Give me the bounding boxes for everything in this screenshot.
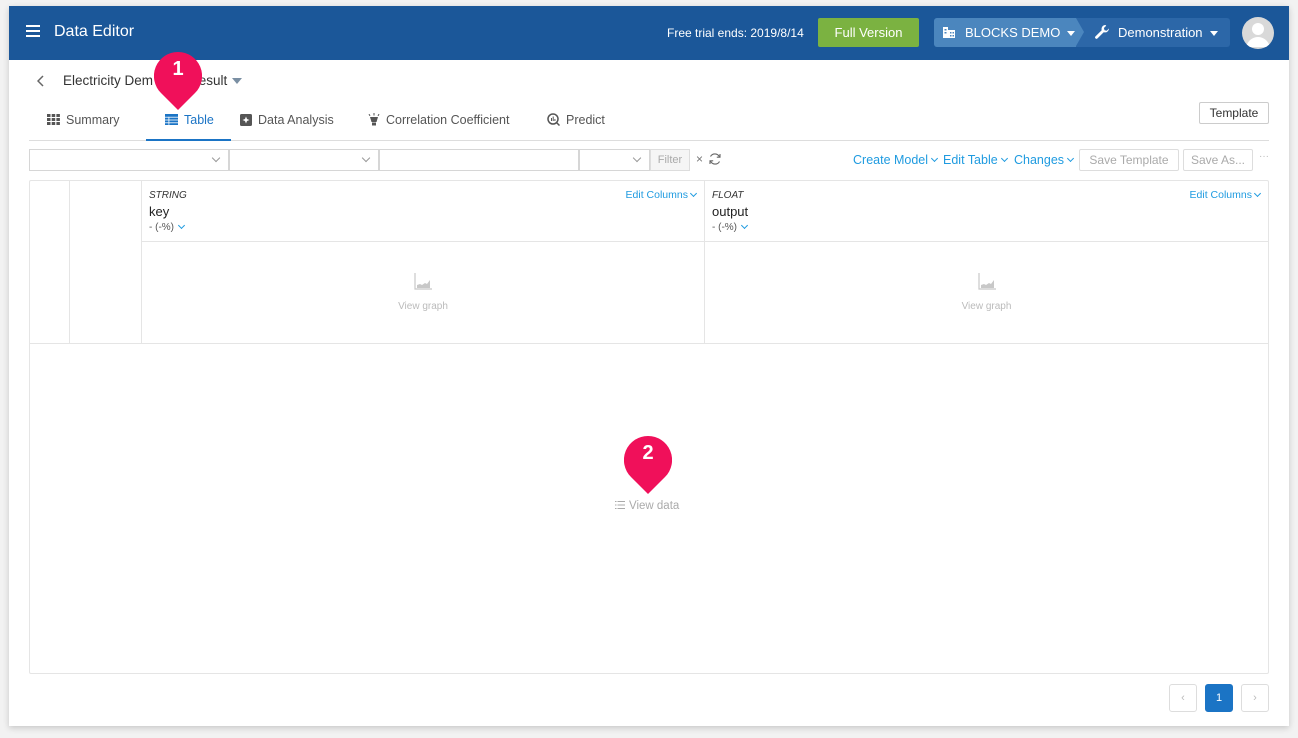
column-header: STRING key - (-%) Edit Columns: [142, 181, 704, 242]
table-icon: [165, 114, 178, 126]
clear-filter-icon[interactable]: ×: [696, 152, 703, 166]
filter-value-input[interactable]: [379, 149, 579, 171]
back-button[interactable]: [36, 74, 45, 90]
column-key: STRING key - (-%) Edit Columns View grap…: [142, 181, 705, 343]
tab-bar: Summary Table Data Analysis Correlation …: [29, 106, 1269, 141]
tab-table[interactable]: Table: [146, 106, 231, 141]
full-version-button[interactable]: Full Version: [818, 18, 919, 47]
view-data-button[interactable]: View data: [615, 500, 679, 512]
next-page-button[interactable]: ›: [1241, 684, 1269, 712]
tab-label: Data Analysis: [258, 113, 334, 127]
changes-menu[interactable]: Changes: [1014, 153, 1075, 167]
refresh-icon[interactable]: [708, 152, 722, 166]
top-navbar: Data Editor Free trial ends: 2019/8/14 F…: [9, 6, 1289, 60]
wrench-icon: [1095, 25, 1109, 39]
chevron-down-icon: [931, 154, 939, 163]
condition-select[interactable]: [579, 149, 650, 171]
app-window: Data Editor Free trial ends: 2019/8/14 F…: [9, 6, 1289, 726]
create-model-menu[interactable]: Create Model: [853, 153, 939, 167]
tab-data-analysis[interactable]: Data Analysis: [240, 106, 350, 141]
tab-correlation-coefficient[interactable]: Correlation Coefficient: [368, 106, 533, 141]
column-header: FLOAT output - (-%) Edit Columns: [705, 181, 1268, 242]
dataset-name: Electricity Dem: [63, 73, 154, 88]
edit-columns-menu[interactable]: Edit Columns: [626, 189, 698, 201]
save-as-button[interactable]: Save As...: [1183, 149, 1253, 171]
view-graph-button[interactable]: View graph: [705, 273, 1268, 314]
trial-notice: Free trial ends: 2019/8/14: [667, 26, 804, 40]
lightbulb-icon: [368, 113, 380, 126]
area-chart-icon: [414, 273, 432, 290]
grid-icon: [47, 114, 60, 126]
chevron-down-icon: [361, 153, 371, 163]
organization-name: BLOCKS DEMO: [965, 25, 1061, 40]
tab-label: Table: [184, 113, 214, 127]
row-index-column: [70, 181, 142, 343]
menu-icon[interactable]: [26, 25, 40, 39]
list-icon: [615, 500, 625, 509]
tab-label: Correlation Coefficient: [386, 113, 510, 127]
caret-down-icon: [1209, 31, 1218, 37]
building-icon: [943, 27, 955, 38]
tab-predict[interactable]: Predict: [547, 106, 617, 141]
chevron-down-icon: [1253, 189, 1262, 198]
column-name: output: [712, 204, 749, 219]
chevron-left-icon: [36, 75, 44, 87]
tab-label: Summary: [66, 113, 120, 127]
area-chart-icon: [977, 273, 996, 290]
predict-icon: [547, 113, 560, 127]
save-template-button[interactable]: Save Template: [1079, 149, 1179, 171]
column-select[interactable]: [29, 149, 229, 171]
chevron-down-icon: [689, 189, 698, 198]
organization-dropdown[interactable]: BLOCKS DEMO: [934, 18, 1084, 47]
dataset-name-suffix: t_result: [183, 73, 228, 88]
user-icon: [1246, 23, 1270, 47]
tab-summary[interactable]: Summary: [47, 106, 139, 141]
user-avatar[interactable]: [1242, 17, 1274, 49]
chevron-down-icon: [211, 153, 221, 163]
org-project-switcher: BLOCKS DEMO Demonstration: [934, 18, 1230, 47]
tab-label: Predict: [566, 113, 605, 127]
column-output: FLOAT output - (-%) Edit Columns View gr…: [705, 181, 1268, 343]
analysis-icon: [240, 113, 252, 126]
column-stat: - (-%): [712, 221, 749, 233]
caret-down-icon: [1067, 31, 1076, 37]
edit-table-menu[interactable]: Edit Table: [943, 153, 1008, 167]
template-button[interactable]: Template: [1199, 102, 1269, 124]
project-name: Demonstration: [1118, 25, 1203, 40]
column-stat: - (-%): [149, 221, 186, 233]
project-dropdown[interactable]: Demonstration: [1084, 18, 1230, 47]
more-options-icon[interactable]: ···: [1259, 151, 1269, 162]
column-type: STRING: [149, 190, 187, 201]
dataset-selector[interactable]: Electricity Dem t_result: [63, 73, 243, 88]
chevron-down-icon[interactable]: [177, 221, 186, 230]
prev-page-button[interactable]: ‹: [1169, 684, 1197, 712]
chevron-down-icon: [1067, 154, 1075, 163]
row-select-column: [30, 181, 70, 343]
header-divider: [30, 343, 1268, 344]
app-title: Data Editor: [54, 23, 135, 40]
chevron-down-icon: [632, 153, 642, 163]
chevron-down-icon[interactable]: [740, 221, 749, 230]
operator-select[interactable]: [229, 149, 379, 171]
column-type: FLOAT: [712, 190, 744, 201]
view-graph-button[interactable]: View graph: [142, 273, 704, 314]
caret-down-icon: [232, 78, 243, 85]
filter-button[interactable]: Filter: [650, 149, 690, 171]
edit-columns-menu[interactable]: Edit Columns: [1190, 189, 1262, 201]
column-name: key: [149, 204, 170, 219]
page-1-button[interactable]: 1: [1205, 684, 1233, 712]
data-table: STRING key - (-%) Edit Columns View grap…: [29, 180, 1269, 674]
chevron-down-icon: [1000, 154, 1008, 163]
